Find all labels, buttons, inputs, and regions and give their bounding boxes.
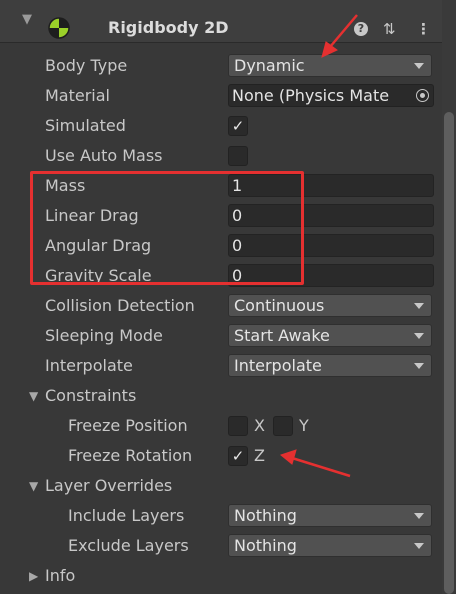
scrollbar-thumb[interactable] xyxy=(444,112,454,594)
interpolate-value: Interpolate xyxy=(234,356,322,375)
exclude-layers-dropdown[interactable]: Nothing xyxy=(228,534,432,557)
material-row: Material None (Physics Mate xyxy=(0,81,440,111)
include-layers-label: Include Layers xyxy=(68,506,185,525)
freeze-position-row: Freeze Position X Y xyxy=(0,411,440,441)
rigidbody2d-icon xyxy=(48,17,70,39)
fold-open-icon: ▼ xyxy=(29,389,39,403)
context-menu-icon[interactable]: ⋮ xyxy=(416,20,431,38)
freeze-rotation-row: Freeze Rotation ✓ Z xyxy=(0,441,440,471)
freeze-rotation-z-label: Z xyxy=(254,446,265,465)
gravity-scale-field[interactable]: 0 xyxy=(228,264,434,287)
freeze-rotation-z-checkbox[interactable]: ✓ xyxy=(228,446,248,466)
freeze-position-x-label: X xyxy=(254,416,265,435)
sleeping-mode-row: Sleeping Mode Start Awake xyxy=(0,321,440,351)
freeze-rotation-label: Freeze Rotation xyxy=(68,446,193,465)
interpolate-row: Interpolate Interpolate xyxy=(0,351,440,381)
gravity-scale-value: 0 xyxy=(232,266,243,285)
freeze-position-y-label: Y xyxy=(299,416,309,435)
linear-drag-row: Linear Drag 0 xyxy=(0,201,440,231)
body-type-label: Body Type xyxy=(45,56,128,75)
include-layers-value: Nothing xyxy=(234,506,297,525)
gravity-scale-label: Gravity Scale xyxy=(45,266,152,285)
material-value: None (Physics Mate xyxy=(232,86,390,105)
linear-drag-label: Linear Drag xyxy=(45,206,139,225)
info-foldout[interactable]: ▶ Info xyxy=(0,561,440,591)
freeze-position-label: Freeze Position xyxy=(68,416,188,435)
layer-overrides-foldout[interactable]: ▼ Layer Overrides xyxy=(0,471,440,501)
chevron-down-icon xyxy=(414,513,424,519)
use-auto-mass-label: Use Auto Mass xyxy=(45,146,163,165)
component-title: Rigidbody 2D xyxy=(108,18,229,37)
collision-detection-label: Collision Detection xyxy=(45,296,195,315)
include-layers-dropdown[interactable]: Nothing xyxy=(228,504,432,527)
exclude-layers-value: Nothing xyxy=(234,536,297,555)
freeze-position-x-checkbox[interactable] xyxy=(228,416,248,436)
help-icon[interactable]: ? xyxy=(354,22,368,36)
angular-drag-field[interactable]: 0 xyxy=(228,234,434,257)
mass-row: Mass 1 xyxy=(0,171,440,201)
body-type-value: Dynamic xyxy=(234,56,305,75)
simulated-row: Simulated ✓ xyxy=(0,111,440,141)
sleeping-mode-label: Sleeping Mode xyxy=(45,326,163,345)
sleeping-mode-dropdown[interactable]: Start Awake xyxy=(228,324,432,347)
fold-open-icon: ▼ xyxy=(29,479,39,493)
chevron-down-icon xyxy=(414,333,424,339)
material-label: Material xyxy=(45,86,110,105)
linear-drag-field[interactable]: 0 xyxy=(228,204,434,227)
body-type-row: Body Type Dynamic xyxy=(0,51,440,81)
angular-drag-row: Angular Drag 0 xyxy=(0,231,440,261)
chevron-down-icon xyxy=(414,543,424,549)
collision-detection-value: Continuous xyxy=(234,296,325,315)
exclude-layers-label: Exclude Layers xyxy=(68,536,189,555)
simulated-label: Simulated xyxy=(45,116,126,135)
info-label: Info xyxy=(45,566,76,585)
constraints-foldout[interactable]: ▼ Constraints xyxy=(0,381,440,411)
angular-drag-value: 0 xyxy=(232,236,243,255)
chevron-down-icon xyxy=(414,63,424,69)
layer-overrides-label: Layer Overrides xyxy=(45,476,173,495)
component-fold-icon[interactable]: ▼ xyxy=(22,12,32,27)
freeze-position-y-checkbox[interactable] xyxy=(273,416,293,436)
collision-detection-row: Collision Detection Continuous xyxy=(0,291,440,321)
object-picker-icon[interactable] xyxy=(416,89,429,102)
material-object-field[interactable]: None (Physics Mate xyxy=(228,84,434,107)
mass-label: Mass xyxy=(45,176,86,195)
chevron-down-icon xyxy=(414,363,424,369)
mass-value: 1 xyxy=(232,176,243,195)
linear-drag-value: 0 xyxy=(232,206,243,225)
sleeping-mode-value: Start Awake xyxy=(234,326,330,345)
simulated-checkbox[interactable]: ✓ xyxy=(228,116,248,136)
use-auto-mass-checkbox[interactable] xyxy=(228,146,248,166)
component-header: ▼ Rigidbody 2D ? ⇅ ⋮ xyxy=(0,0,456,43)
mass-field[interactable]: 1 xyxy=(228,174,434,197)
chevron-down-icon xyxy=(414,303,424,309)
presets-icon[interactable]: ⇅ xyxy=(383,20,396,38)
angular-drag-label: Angular Drag xyxy=(45,236,152,255)
use-auto-mass-row: Use Auto Mass xyxy=(0,141,440,171)
constraints-label: Constraints xyxy=(45,386,137,405)
include-layers-row: Include Layers Nothing xyxy=(0,501,440,531)
interpolate-label: Interpolate xyxy=(45,356,133,375)
interpolate-dropdown[interactable]: Interpolate xyxy=(228,354,432,377)
fold-closed-icon: ▶ xyxy=(29,569,39,583)
collision-detection-dropdown[interactable]: Continuous xyxy=(228,294,432,317)
exclude-layers-row: Exclude Layers Nothing xyxy=(0,531,440,561)
gravity-scale-row: Gravity Scale 0 xyxy=(0,261,440,291)
body-type-dropdown[interactable]: Dynamic xyxy=(228,54,432,77)
